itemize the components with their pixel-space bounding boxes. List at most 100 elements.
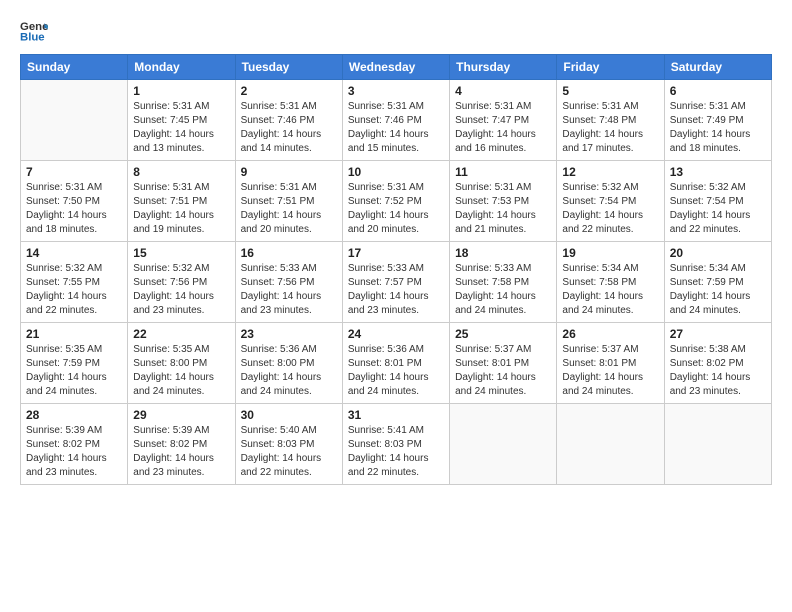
day-number: 13 [670, 165, 766, 179]
calendar-cell: 19 Sunrise: 5:34 AM Sunset: 7:58 PM Dayli… [557, 242, 664, 323]
day-info: Sunrise: 5:37 AM Sunset: 8:01 PM Dayligh… [562, 343, 658, 399]
day-info: Sunrise: 5:36 AM Sunset: 8:00 PM Dayligh… [241, 343, 337, 399]
calendar-cell: 3 Sunrise: 5:31 AM Sunset: 7:46 PM Daylig… [342, 80, 449, 161]
day-number: 5 [562, 84, 658, 98]
day-number: 27 [670, 327, 766, 341]
day-number: 23 [241, 327, 337, 341]
calendar-cell: 1 Sunrise: 5:31 AM Sunset: 7:45 PM Daylig… [128, 80, 235, 161]
calendar-cell: 24Sunrise: 5:36 AM Sunset: 8:01 PM Dayli… [342, 323, 449, 404]
day-number: 4 [455, 84, 551, 98]
calendar-cell: 27 Sunrise: 5:38 AM Sunset: 8:02 PM Dayli… [664, 323, 771, 404]
calendar-week-row: 28Sunrise: 5:39 AM Sunset: 8:02 PM Dayli… [21, 404, 772, 485]
calendar-cell: 9 Sunrise: 5:31 AM Sunset: 7:51 PM Daylig… [235, 161, 342, 242]
day-number: 25 [455, 327, 551, 341]
day-info: Sunrise: 5:37 AM Sunset: 8:01 PM Dayligh… [455, 343, 551, 399]
calendar-cell: 6 Sunrise: 5:31 AM Sunset: 7:49 PM Daylig… [664, 80, 771, 161]
day-info: Sunrise: 5:31 AM Sunset: 7:53 PM Dayligh… [455, 181, 551, 237]
logo: General Blue [20, 16, 52, 44]
header: General Blue [20, 16, 772, 44]
day-number: 1 [133, 84, 229, 98]
day-info: Sunrise: 5:31 AM Sunset: 7:49 PM Dayligh… [670, 100, 766, 156]
calendar-cell: 16 Sunrise: 5:33 AM Sunset: 7:56 PM Dayli… [235, 242, 342, 323]
day-info: Sunrise: 5:41 AM Sunset: 8:03 PM Dayligh… [348, 424, 444, 480]
day-number: 7 [26, 165, 122, 179]
calendar-header-row: SundayMondayTuesdayWednesdayThursdayFrid… [21, 55, 772, 80]
day-number: 16 [241, 246, 337, 260]
weekday-header: Tuesday [235, 55, 342, 80]
weekday-header: Wednesday [342, 55, 449, 80]
day-info: Sunrise: 5:31 AM Sunset: 7:51 PM Dayligh… [241, 181, 337, 237]
calendar-cell: 21 Sunrise: 5:35 AM Sunset: 7:59 PM Dayli… [21, 323, 128, 404]
calendar-cell: 29Sunrise: 5:39 AM Sunset: 8:02 PM Dayli… [128, 404, 235, 485]
calendar-cell: 5 Sunrise: 5:31 AM Sunset: 7:48 PM Daylig… [557, 80, 664, 161]
day-number: 14 [26, 246, 122, 260]
day-info: Sunrise: 5:31 AM Sunset: 7:48 PM Dayligh… [562, 100, 658, 156]
day-number: 20 [670, 246, 766, 260]
weekday-header: Friday [557, 55, 664, 80]
day-number: 2 [241, 84, 337, 98]
calendar-cell: 20 Sunrise: 5:34 AM Sunset: 7:59 PM Dayli… [664, 242, 771, 323]
weekday-header: Monday [128, 55, 235, 80]
calendar-cell: 13Sunrise: 5:32 AM Sunset: 7:54 PM Dayli… [664, 161, 771, 242]
day-info: Sunrise: 5:34 AM Sunset: 7:59 PM Dayligh… [670, 262, 766, 318]
calendar-cell: 10 Sunrise: 5:31 AM Sunset: 7:52 PM Dayli… [342, 161, 449, 242]
day-info: Sunrise: 5:33 AM Sunset: 7:56 PM Dayligh… [241, 262, 337, 318]
calendar-cell: 11 Sunrise: 5:31 AM Sunset: 7:53 PM Dayli… [450, 161, 557, 242]
day-info: Sunrise: 5:31 AM Sunset: 7:47 PM Dayligh… [455, 100, 551, 156]
day-info: Sunrise: 5:31 AM Sunset: 7:50 PM Dayligh… [26, 181, 122, 237]
weekday-header: Thursday [450, 55, 557, 80]
day-number: 18 [455, 246, 551, 260]
day-number: 10 [348, 165, 444, 179]
calendar-cell: 4 Sunrise: 5:31 AM Sunset: 7:47 PM Daylig… [450, 80, 557, 161]
calendar-cell: 28Sunrise: 5:39 AM Sunset: 8:02 PM Dayli… [21, 404, 128, 485]
day-number: 3 [348, 84, 444, 98]
day-number: 6 [670, 84, 766, 98]
calendar-cell: 8 Sunrise: 5:31 AM Sunset: 7:51 PM Daylig… [128, 161, 235, 242]
day-number: 8 [133, 165, 229, 179]
calendar-cell: 23 Sunrise: 5:36 AM Sunset: 8:00 PM Dayli… [235, 323, 342, 404]
calendar-week-row: 14Sunrise: 5:32 AM Sunset: 7:55 PM Dayli… [21, 242, 772, 323]
day-info: Sunrise: 5:40 AM Sunset: 8:03 PM Dayligh… [241, 424, 337, 480]
page-container: General Blue SundayMondayTuesdayWednesda… [0, 0, 792, 495]
weekday-header: Sunday [21, 55, 128, 80]
calendar-cell [664, 404, 771, 485]
calendar-cell: 18Sunrise: 5:33 AM Sunset: 7:58 PM Dayli… [450, 242, 557, 323]
day-info: Sunrise: 5:31 AM Sunset: 7:51 PM Dayligh… [133, 181, 229, 237]
day-info: Sunrise: 5:33 AM Sunset: 7:57 PM Dayligh… [348, 262, 444, 318]
logo-icon: General Blue [20, 16, 48, 44]
calendar-cell: 26Sunrise: 5:37 AM Sunset: 8:01 PM Dayli… [557, 323, 664, 404]
day-number: 30 [241, 408, 337, 422]
day-info: Sunrise: 5:31 AM Sunset: 7:46 PM Dayligh… [348, 100, 444, 156]
day-number: 19 [562, 246, 658, 260]
day-info: Sunrise: 5:35 AM Sunset: 8:00 PM Dayligh… [133, 343, 229, 399]
day-info: Sunrise: 5:35 AM Sunset: 7:59 PM Dayligh… [26, 343, 122, 399]
calendar-cell: 30 Sunrise: 5:40 AM Sunset: 8:03 PM Dayli… [235, 404, 342, 485]
day-info: Sunrise: 5:36 AM Sunset: 8:01 PM Dayligh… [348, 343, 444, 399]
day-info: Sunrise: 5:38 AM Sunset: 8:02 PM Dayligh… [670, 343, 766, 399]
calendar-cell: 7 Sunrise: 5:31 AM Sunset: 7:50 PM Daylig… [21, 161, 128, 242]
calendar-cell: 14Sunrise: 5:32 AM Sunset: 7:55 PM Dayli… [21, 242, 128, 323]
calendar-cell [21, 80, 128, 161]
calendar-week-row: 21 Sunrise: 5:35 AM Sunset: 7:59 PM Dayli… [21, 323, 772, 404]
day-number: 22 [133, 327, 229, 341]
day-info: Sunrise: 5:31 AM Sunset: 7:46 PM Dayligh… [241, 100, 337, 156]
day-info: Sunrise: 5:31 AM Sunset: 7:45 PM Dayligh… [133, 100, 229, 156]
calendar-cell: 31 Sunrise: 5:41 AM Sunset: 8:03 PM Dayli… [342, 404, 449, 485]
calendar-cell: 22 Sunrise: 5:35 AM Sunset: 8:00 PM Dayli… [128, 323, 235, 404]
day-info: Sunrise: 5:31 AM Sunset: 7:52 PM Dayligh… [348, 181, 444, 237]
day-info: Sunrise: 5:32 AM Sunset: 7:54 PM Dayligh… [562, 181, 658, 237]
day-info: Sunrise: 5:39 AM Sunset: 8:02 PM Dayligh… [26, 424, 122, 480]
day-number: 17 [348, 246, 444, 260]
calendar-cell [557, 404, 664, 485]
day-number: 11 [455, 165, 551, 179]
day-number: 9 [241, 165, 337, 179]
day-info: Sunrise: 5:39 AM Sunset: 8:02 PM Dayligh… [133, 424, 229, 480]
weekday-header: Saturday [664, 55, 771, 80]
day-info: Sunrise: 5:34 AM Sunset: 7:58 PM Dayligh… [562, 262, 658, 318]
calendar-cell: 17 Sunrise: 5:33 AM Sunset: 7:57 PM Dayli… [342, 242, 449, 323]
day-number: 31 [348, 408, 444, 422]
calendar-table: SundayMondayTuesdayWednesdayThursdayFrid… [20, 54, 772, 485]
calendar-week-row: 1 Sunrise: 5:31 AM Sunset: 7:45 PM Daylig… [21, 80, 772, 161]
day-number: 21 [26, 327, 122, 341]
calendar-cell: 12Sunrise: 5:32 AM Sunset: 7:54 PM Dayli… [557, 161, 664, 242]
